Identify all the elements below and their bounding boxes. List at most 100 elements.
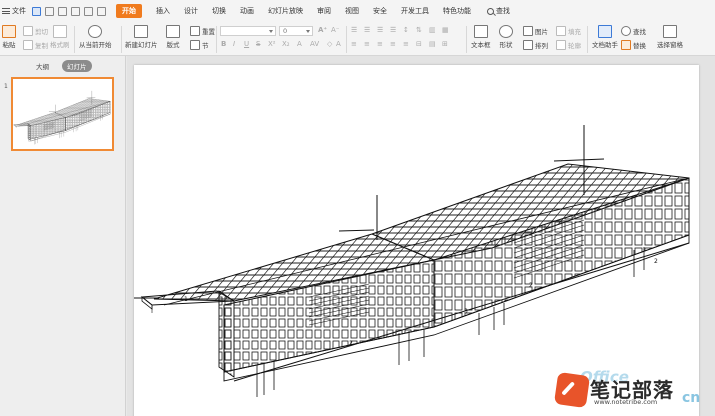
menu-tab-view[interactable]: 视图: [345, 6, 359, 16]
hamburger-icon: [2, 8, 10, 14]
menu-tab-review[interactable]: 审阅: [317, 6, 331, 16]
drawing-label: 3: [464, 308, 468, 315]
paste-label: 粘贴: [2, 41, 16, 49]
slide-number: 1: [4, 83, 8, 90]
text-direction-icon[interactable]: ⇅: [416, 26, 422, 34]
file-menu-label: 文件: [12, 7, 26, 15]
align-center-icon[interactable]: ≡: [364, 40, 370, 48]
bold-icon[interactable]: B: [221, 40, 226, 48]
strikethrough-icon[interactable]: S: [256, 40, 260, 48]
font-color-icon[interactable]: A: [336, 40, 341, 48]
numbering-icon[interactable]: ☰: [364, 26, 370, 34]
fill-button[interactable]: 填充: [556, 26, 581, 36]
play-icon: [88, 25, 103, 38]
find-button[interactable]: 查找: [621, 26, 646, 36]
ribbon-toolbar: 粘贴 剪切 复制 格式刷 从当前开始 新建幻灯片 版式 重置 节 0 A⁺ A⁻: [0, 22, 715, 56]
underline-icon[interactable]: U: [244, 40, 249, 48]
ribbon-separator: [587, 26, 588, 53]
menu-bar: 文件 开始 插入 设计 切换 动画 幻灯片放映 审阅 视图 安全 开发工具 特色…: [0, 0, 715, 22]
font-shrink-icon[interactable]: A⁻: [331, 26, 339, 34]
menu-tab-transitions[interactable]: 切换: [212, 6, 226, 16]
doc-assistant-button[interactable]: 文档助手: [592, 25, 618, 49]
menu-tab-home[interactable]: 开始: [116, 4, 142, 18]
scissors-icon: [23, 26, 33, 36]
from-current-button[interactable]: 从当前开始: [79, 25, 112, 49]
align-right-icon[interactable]: ≡: [377, 40, 383, 48]
drawing-label: 1: [184, 296, 188, 303]
brush-icon: [52, 25, 67, 38]
undo-icon[interactable]: [84, 6, 93, 16]
font-grow-icon[interactable]: A⁺: [318, 26, 327, 34]
find-label: 查找: [633, 28, 646, 36]
distribute-icon[interactable]: ≡: [403, 40, 409, 48]
outline-button[interactable]: 轮廓: [556, 40, 581, 50]
pen-logo-icon: [553, 371, 591, 409]
copy-icon: [23, 40, 33, 50]
copy-button[interactable]: 复制: [23, 40, 48, 50]
cut-button[interactable]: 剪切: [23, 26, 48, 36]
doc-assistant-icon: [598, 25, 612, 38]
menu-tab-slideshow[interactable]: 幻灯片放映: [268, 6, 303, 16]
format-painter-button[interactable]: 格式刷: [50, 25, 70, 49]
paste-button[interactable]: 粘贴: [2, 25, 16, 49]
new-slide-button[interactable]: 新建幻灯片: [125, 25, 158, 49]
ribbon-separator: [74, 26, 75, 53]
line-spacing-icon[interactable]: ↕: [403, 26, 409, 34]
menu-tab-insert[interactable]: 插入: [156, 6, 170, 16]
replace-button[interactable]: 替换: [621, 40, 646, 50]
section-button[interactable]: 节: [190, 40, 209, 50]
redo-icon[interactable]: [97, 6, 106, 16]
pane-tabs: 大纲 幻灯片: [0, 60, 126, 72]
text-box-button[interactable]: 文本框: [471, 25, 491, 49]
table-icon[interactable]: ⊞: [442, 40, 448, 48]
italic-icon[interactable]: I: [233, 40, 235, 48]
menu-tab-design[interactable]: 设计: [184, 6, 198, 16]
text-box-align-icon[interactable]: ▤: [429, 40, 436, 48]
cut-label: 剪切: [35, 28, 48, 36]
menu-tab-animations[interactable]: 动画: [240, 6, 254, 16]
section-icon: [190, 40, 200, 50]
paste-icon: [2, 25, 16, 38]
smartart-icon[interactable]: ▦: [442, 26, 449, 34]
drawing-label: 2: [529, 282, 533, 289]
tab-outline[interactable]: 大纲: [31, 60, 54, 72]
layout-button[interactable]: 版式: [166, 25, 180, 49]
slide-canvas[interactable]: 1 2 3 2 2: [134, 65, 699, 416]
preview-icon[interactable]: [71, 6, 80, 16]
file-menu[interactable]: 文件: [2, 6, 26, 16]
save-icon[interactable]: [32, 6, 41, 16]
clear-format-icon[interactable]: ◇: [327, 40, 332, 48]
search-box[interactable]: 查找: [487, 6, 510, 16]
indent-increase-icon[interactable]: ☰: [390, 26, 396, 34]
ribbon-separator: [216, 26, 217, 53]
indent-decrease-icon[interactable]: ☰: [377, 26, 383, 34]
font-size-combo[interactable]: 0: [279, 26, 313, 36]
bullets-icon[interactable]: ☰: [351, 26, 357, 34]
superscript-icon[interactable]: X²: [268, 40, 276, 48]
align-left-icon[interactable]: ≡: [351, 40, 357, 48]
subscript-icon[interactable]: X₂: [282, 40, 290, 48]
menu-tab-features[interactable]: 特色功能: [443, 6, 471, 16]
picture-button[interactable]: 图片: [523, 26, 548, 36]
font-name-combo[interactable]: [220, 26, 276, 36]
columns-icon[interactable]: ▥: [429, 26, 436, 34]
drawing-label: 2: [654, 258, 658, 265]
shadow-icon[interactable]: A: [297, 40, 302, 48]
watermark-tail: cn: [682, 390, 701, 406]
menu-tab-security[interactable]: 安全: [373, 6, 387, 16]
folder-icon[interactable]: [45, 6, 54, 16]
print-icon[interactable]: [58, 6, 67, 16]
justify-icon[interactable]: ≡: [390, 40, 396, 48]
ribbon-separator: [466, 26, 467, 53]
char-spacing-icon[interactable]: AV: [310, 40, 319, 48]
shape-label: 形状: [499, 41, 513, 49]
site-watermark: Office 笔记部落 www.notetribe.com cn: [550, 368, 715, 416]
arrange-button[interactable]: 排列: [523, 40, 548, 50]
reset-button[interactable]: 重置: [190, 26, 215, 36]
slide-thumbnail[interactable]: [11, 77, 114, 151]
shape-button[interactable]: 形状: [499, 25, 513, 49]
tab-slides[interactable]: 幻灯片: [62, 60, 92, 72]
align-text-icon[interactable]: ⊟: [416, 40, 422, 48]
select-pane-button[interactable]: 选择窗格: [657, 25, 683, 49]
menu-tab-developer[interactable]: 开发工具: [401, 6, 429, 16]
